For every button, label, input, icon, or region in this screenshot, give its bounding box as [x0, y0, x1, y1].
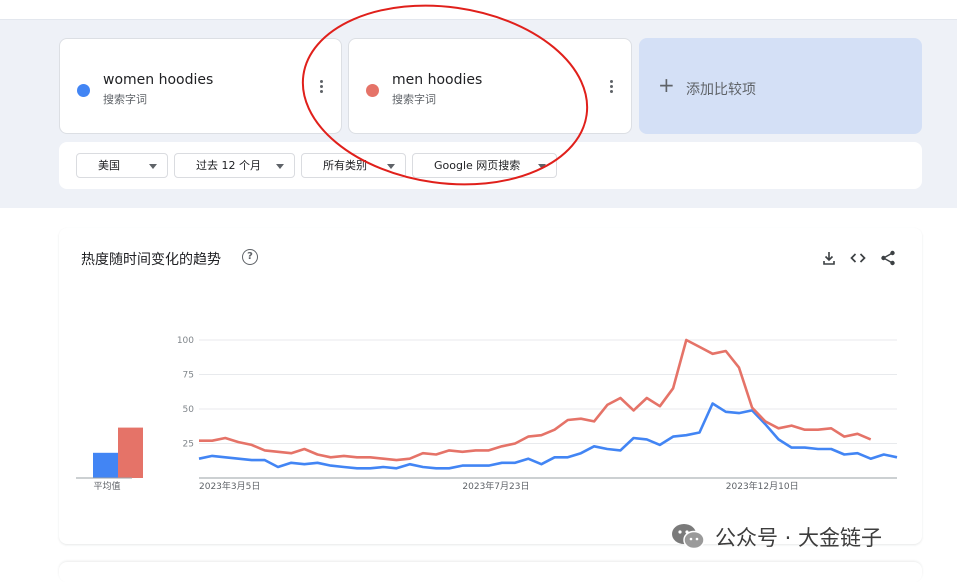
filter-bar: 美国 过去 12 个月 所有类别 Google 网页搜索 [59, 142, 922, 189]
x-tick-label: 2023年3月5日 [199, 480, 260, 492]
term-card-women-hoodies[interactable]: women hoodies 搜索字词 [59, 38, 342, 134]
wechat-icon [672, 524, 705, 550]
series-color-dot [77, 84, 90, 97]
caret-down-icon [276, 164, 284, 169]
average-bar [118, 427, 143, 478]
search-property-value: Google 网页搜索 [434, 159, 521, 172]
time-range-value: 过去 12 个月 [196, 159, 261, 172]
category-dropdown[interactable]: 所有类别 [301, 153, 406, 178]
time-range-dropdown[interactable]: 过去 12 个月 [174, 153, 295, 178]
x-tick-label: 2023年7月23日 [462, 480, 529, 492]
x-tick-label: 2023年12月10日 [726, 480, 799, 492]
region-value: 美国 [98, 159, 120, 172]
region-dropdown[interactable]: 美国 [76, 153, 168, 178]
caret-down-icon [149, 164, 157, 169]
y-tick-label: 100 [177, 336, 194, 346]
interest-chart: 平均值 25 50 75 100 2023年3月5日 2023年7月23日 2023年12月1… [76, 336, 898, 492]
term-type: 搜索字词 [103, 93, 147, 106]
caret-down-icon [387, 164, 395, 169]
series-line [199, 338, 872, 462]
y-tick-label: 25 [183, 440, 194, 450]
term-name: women hoodies [103, 72, 214, 88]
more-vert-icon[interactable] [607, 80, 615, 96]
interest-over-time-card: 热度随时间变化的趋势 ? 平均值 25 50 75 100 2023年3月5日 2023年7… [59, 228, 922, 544]
term-name: men hoodies [392, 72, 483, 88]
term-card-men-hoodies[interactable]: men hoodies 搜索字词 [348, 38, 632, 134]
series-color-dot [366, 84, 379, 97]
add-comparison-label: 添加比较项 [686, 82, 756, 98]
watermark: 公众号 · 大金链子 [671, 522, 882, 552]
plus-icon: + [658, 73, 675, 97]
average-bar [93, 452, 118, 478]
series-line [198, 402, 898, 470]
category-value: 所有类别 [323, 159, 367, 172]
average-label: 平均值 [93, 480, 120, 492]
search-property-dropdown[interactable]: Google 网页搜索 [412, 153, 557, 178]
caret-down-icon [538, 164, 546, 169]
more-vert-icon[interactable] [317, 80, 325, 96]
top-bar [0, 0, 957, 20]
term-type: 搜索字词 [392, 93, 436, 106]
y-tick-label: 75 [183, 371, 194, 381]
watermark-text: 公众号 · 大金链子 [715, 526, 883, 550]
y-tick-label: 50 [183, 405, 195, 415]
next-card [59, 562, 922, 582]
add-comparison-button[interactable]: + 添加比较项 [639, 38, 922, 134]
